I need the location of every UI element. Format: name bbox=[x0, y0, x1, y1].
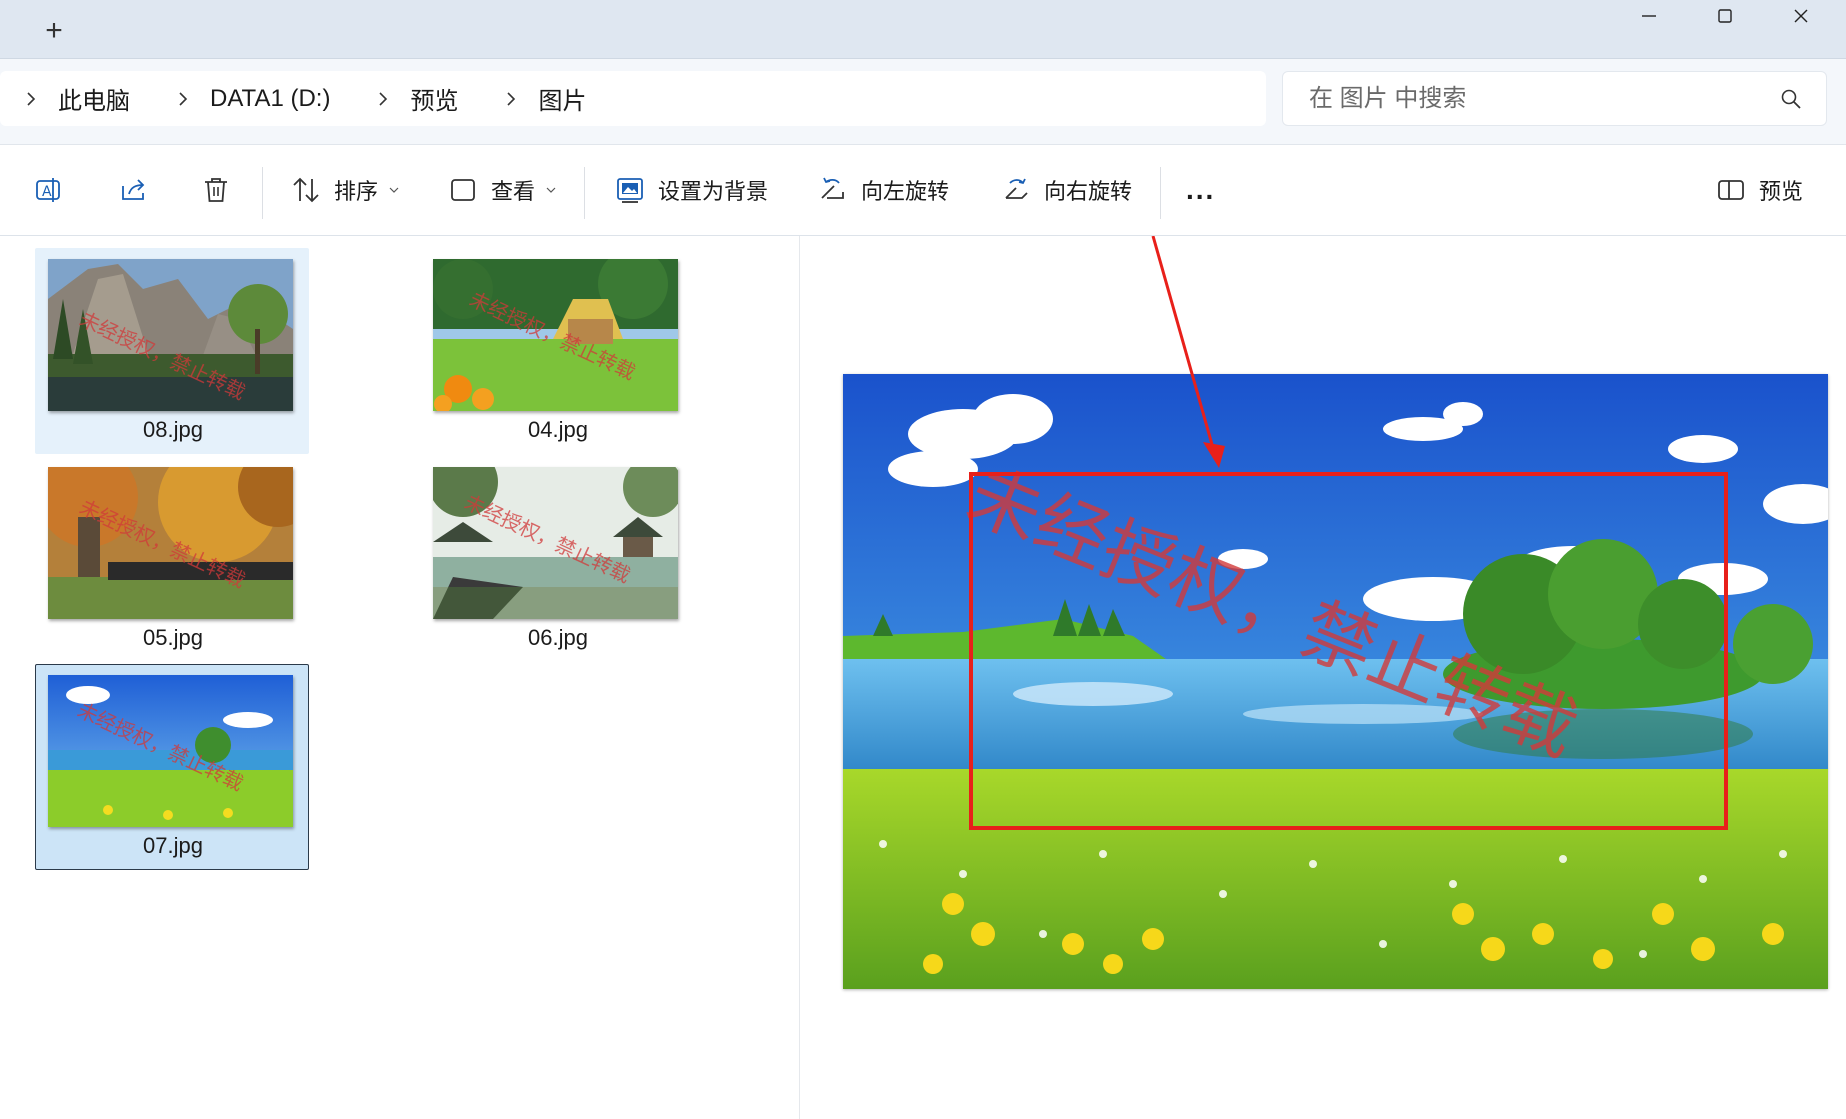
file-tile[interactable]: 未经授权，禁止转载 07.jpg bbox=[35, 664, 309, 870]
sort-button[interactable]: 排序 bbox=[290, 165, 400, 215]
file-name: 08.jpg bbox=[143, 417, 203, 442]
rotate-right-icon bbox=[1005, 178, 1028, 199]
thumbnail-image: 未经授权，禁止转载 bbox=[433, 259, 678, 411]
toolbar-divider bbox=[1160, 167, 1161, 219]
rotate-left-icon bbox=[821, 177, 844, 199]
toolbar-divider bbox=[262, 167, 263, 219]
preview-pane-icon bbox=[1718, 180, 1744, 200]
view-label: 查看 bbox=[491, 179, 536, 204]
toolbar-divider bbox=[584, 167, 585, 219]
maximize-icon bbox=[1718, 9, 1732, 23]
file-name: 07.jpg bbox=[143, 833, 203, 858]
breadcrumb[interactable]: 此电脑 DATA1 (D:) 预览 图片 bbox=[0, 71, 1266, 126]
new-tab-button[interactable]: + bbox=[40, 16, 68, 46]
preview-image: 未经授权，禁止转载 bbox=[843, 374, 1828, 989]
thumbnail-image: 未经授权，禁止转载 bbox=[48, 675, 293, 827]
file-name: 04.jpg bbox=[528, 417, 588, 442]
sort-icon bbox=[293, 177, 319, 203]
preview-pane: 未经授权，禁止转载 bbox=[801, 236, 1846, 1119]
breadcrumb-pictures[interactable]: 图片 bbox=[538, 81, 586, 116]
title-bar: + bbox=[0, 0, 1846, 58]
file-tile[interactable]: 未经授权，禁止转载 04.jpg bbox=[420, 248, 694, 454]
preview-pane-button[interactable]: 预览 bbox=[1715, 165, 1803, 215]
file-name: 05.jpg bbox=[143, 625, 203, 650]
view-icon bbox=[451, 179, 475, 201]
file-tile[interactable]: 未经授权，禁止转载 08.jpg bbox=[35, 248, 309, 454]
chevron-right-icon[interactable] bbox=[16, 89, 46, 109]
breadcrumb-drive[interactable]: DATA1 (D:) bbox=[210, 85, 330, 113]
chevron-right-icon[interactable] bbox=[496, 89, 526, 109]
breadcrumb-this-pc[interactable]: 此电脑 bbox=[58, 81, 130, 116]
preview-pane-label: 预览 bbox=[1759, 179, 1804, 204]
rotate-right-button[interactable]: 向右旋转 bbox=[1000, 165, 1132, 215]
search-icon[interactable] bbox=[1780, 88, 1802, 110]
file-name: 06.jpg bbox=[528, 625, 588, 650]
address-row: 此电脑 DATA1 (D:) 预览 图片 bbox=[0, 58, 1846, 144]
command-bar: A 排序 查看 设置为背景 向左旋转 向右旋转 ... 预览 bbox=[0, 144, 1846, 236]
thumbnail-image: 未经授权，禁止转载 bbox=[48, 259, 293, 411]
rename-icon: A bbox=[36, 178, 60, 202]
set-background-button[interactable]: 设置为背景 bbox=[614, 165, 768, 215]
trash-icon bbox=[205, 178, 227, 202]
share-button[interactable] bbox=[117, 165, 149, 215]
thumbnail-image: 未经授权，禁止转载 bbox=[433, 467, 678, 619]
view-button[interactable]: 查看 bbox=[447, 165, 557, 215]
rename-button[interactable]: A bbox=[33, 165, 65, 215]
search-box[interactable] bbox=[1282, 71, 1827, 126]
more-icon: ... bbox=[1186, 174, 1216, 205]
wallpaper-icon bbox=[617, 178, 643, 203]
breadcrumb-preview-folder[interactable]: 预览 bbox=[410, 81, 458, 116]
minimize-icon bbox=[1642, 15, 1656, 17]
chevron-right-icon[interactable] bbox=[368, 89, 398, 109]
svg-text:A: A bbox=[42, 184, 52, 200]
chevron-right-icon[interactable] bbox=[168, 89, 198, 109]
delete-button[interactable] bbox=[200, 165, 232, 215]
rotate-left-label: 向左旋转 bbox=[861, 179, 950, 204]
thumbnail-image: 未经授权，禁止转载 bbox=[48, 467, 293, 619]
search-input[interactable] bbox=[1309, 84, 1749, 113]
file-tile[interactable]: 未经授权，禁止转载 06.jpg bbox=[420, 456, 694, 662]
more-options-button[interactable]: ... bbox=[1186, 165, 1215, 215]
rotate-right-label: 向右旋转 bbox=[1044, 179, 1133, 204]
rotate-left-button[interactable]: 向左旋转 bbox=[817, 165, 949, 215]
minimize-button[interactable] bbox=[1612, 0, 1686, 32]
close-button[interactable] bbox=[1764, 0, 1838, 32]
close-icon bbox=[1794, 9, 1808, 23]
maximize-button[interactable] bbox=[1688, 0, 1762, 32]
set-background-label: 设置为背景 bbox=[658, 179, 769, 204]
share-icon bbox=[122, 179, 145, 200]
sort-label: 排序 bbox=[334, 179, 379, 204]
file-list: 未经授权，禁止转载 08.jpg 未经授权，禁止转载 04.jpg 未经授权，禁… bbox=[0, 236, 800, 1119]
file-tile[interactable]: 未经授权，禁止转载 05.jpg bbox=[35, 456, 309, 662]
chevron-down-icon bbox=[546, 187, 556, 193]
chevron-down-icon bbox=[389, 187, 399, 193]
